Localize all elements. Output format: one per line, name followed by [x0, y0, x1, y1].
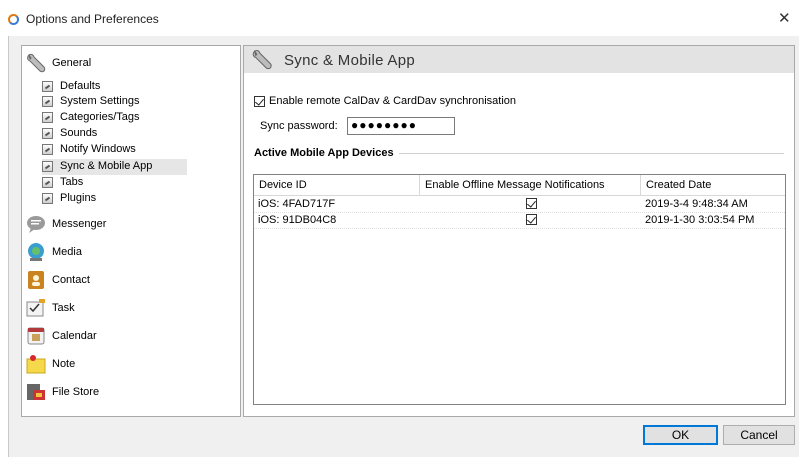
checkmark-icon — [255, 96, 264, 106]
settings-page-icon — [42, 161, 53, 172]
sidebar-item-label: Media — [52, 246, 82, 258]
sticky-note-icon — [26, 355, 46, 374]
sidebar-subitem-label: System Settings — [60, 95, 140, 107]
group-divider — [399, 153, 784, 154]
ok-button[interactable]: OK — [643, 425, 718, 445]
task-icon — [26, 299, 45, 317]
title-bar: Options and Preferences ✕ — [0, 0, 799, 36]
sidebar-item-calendar[interactable]: Calendar — [25, 325, 225, 351]
sidebar-subitem-label: Sync & Mobile App — [60, 160, 153, 172]
close-icon[interactable]: ✕ — [778, 9, 791, 27]
settings-page-icon — [42, 144, 53, 155]
sidebar-subitem-label: Tabs — [60, 176, 84, 188]
wrench-icon — [27, 53, 46, 73]
sidebar-item-label: General — [52, 57, 92, 69]
notification-checkbox[interactable] — [526, 214, 537, 225]
file-store-icon — [27, 384, 45, 400]
sidebar: General Defaults System Settings Categor… — [21, 45, 241, 417]
enable-sync-label: Enable remote CalDav & CardDav synchroni… — [269, 95, 517, 107]
devices-table[interactable]: Device ID Enable Offline Message Notific… — [253, 174, 786, 405]
sidebar-item-label: Messenger — [52, 218, 107, 230]
speech-bubble-icon — [27, 216, 45, 233]
sidebar-item-media[interactable]: Media — [25, 241, 225, 267]
column-header-label: Created Date — [646, 179, 712, 191]
column-header-created[interactable]: Created Date — [641, 175, 785, 196]
sidebar-item-file-store[interactable]: File Store — [25, 381, 225, 407]
sidebar-subitem-plugins[interactable]: Plugins — [42, 191, 192, 207]
settings-page-icon — [42, 81, 53, 92]
sidebar-item-label: Note — [52, 358, 76, 370]
sidebar-item-contact[interactable]: Contact — [25, 269, 225, 295]
sidebar-item-label: Contact — [52, 274, 90, 286]
sidebar-subitem-label: Defaults — [60, 80, 101, 92]
checkmark-icon — [527, 214, 536, 224]
sidebar-subitem-sounds[interactable]: Sounds — [42, 126, 192, 142]
settings-page-icon — [42, 96, 53, 107]
sidebar-item-label: Task — [52, 302, 75, 314]
created-date-cell: 2019-1-30 3:03:54 PM — [645, 214, 755, 226]
sidebar-subitem-label: Categories/Tags — [60, 111, 140, 123]
settings-page-icon — [42, 177, 53, 188]
sidebar-subitem-label: Plugins — [60, 192, 97, 204]
sidebar-subitem-label: Sounds — [60, 127, 98, 139]
sidebar-item-label: File Store — [52, 386, 100, 398]
sidebar-subitem-system-settings[interactable]: System Settings — [42, 94, 192, 110]
contact-book-icon — [28, 271, 44, 289]
sidebar-item-label: Calendar — [52, 330, 97, 342]
column-header-device-id[interactable]: Device ID — [254, 175, 420, 196]
sidebar-item-task[interactable]: Task — [25, 297, 225, 323]
sidebar-subitem-label: Notify Windows — [60, 143, 136, 155]
window-title: Options and Preferences — [26, 12, 159, 26]
column-header-label: Enable Offline Message Notifications — [425, 179, 605, 191]
checkmark-icon — [527, 198, 536, 208]
settings-page-icon — [42, 112, 53, 123]
devices-group-label: Active Mobile App Devices — [254, 147, 394, 159]
sidebar-subitem-sync-mobile-app[interactable]: Sync & Mobile App — [42, 159, 187, 175]
app-logo-icon — [8, 14, 19, 25]
column-header-label: Device ID — [259, 179, 307, 191]
section-header: Sync & Mobile App — [244, 46, 794, 73]
settings-page-icon — [42, 193, 53, 204]
page-title: Sync & Mobile App — [284, 52, 416, 69]
sidebar-item-messenger[interactable]: Messenger — [25, 213, 225, 239]
sync-password-label: Sync password: — [260, 120, 338, 132]
table-row[interactable]: iOS: 4FAD717F 2019-3-4 9:48:34 AM — [254, 196, 785, 213]
sidebar-subitem-defaults[interactable]: Defaults — [42, 79, 192, 95]
settings-panel: Sync & Mobile App Enable remote CalDav &… — [243, 45, 795, 417]
media-icon — [28, 243, 44, 261]
settings-page-icon — [42, 128, 53, 139]
sidebar-subitem-notify-windows[interactable]: Notify Windows — [42, 142, 192, 158]
calendar-icon — [27, 327, 45, 345]
cancel-button[interactable]: Cancel — [723, 425, 795, 445]
sidebar-item-note[interactable]: Note — [25, 353, 225, 379]
wrench-icon — [252, 49, 272, 70]
enable-sync-checkbox[interactable] — [254, 96, 265, 107]
sync-password-field[interactable]: ●●●●●●●● — [347, 117, 455, 135]
sidebar-subitem-tabs[interactable]: Tabs — [42, 175, 192, 191]
sidebar-subitem-categories-tags[interactable]: Categories/Tags — [42, 110, 192, 126]
notification-checkbox[interactable] — [526, 198, 537, 209]
sidebar-item-general[interactable]: General — [25, 52, 225, 78]
column-header-notifications[interactable]: Enable Offline Message Notifications — [420, 175, 641, 196]
table-row[interactable]: iOS: 91DB04C8 2019-1-30 3:03:54 PM — [254, 212, 785, 229]
device-id-cell: iOS: 91DB04C8 — [258, 214, 337, 226]
